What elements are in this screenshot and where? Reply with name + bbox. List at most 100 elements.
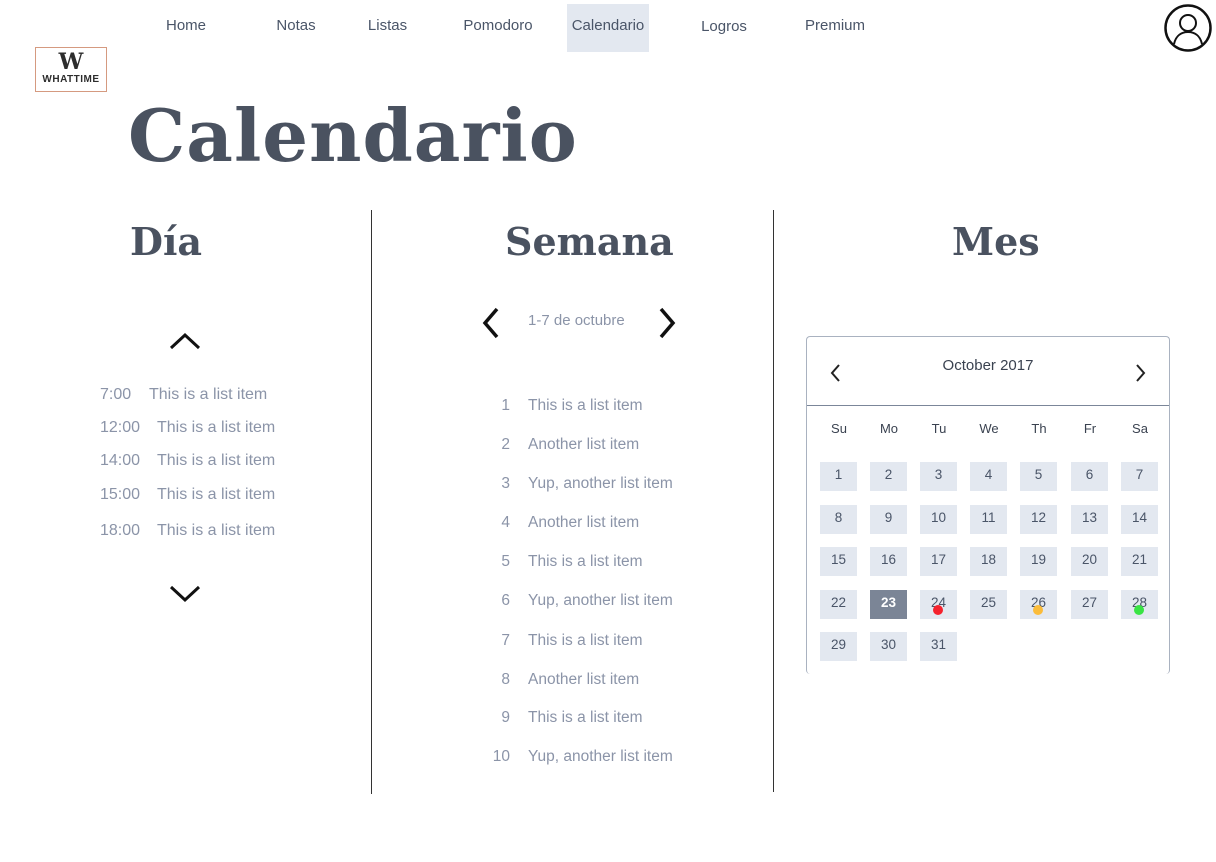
calendar-day[interactable]: 10 bbox=[920, 505, 957, 534]
calendar-day[interactable]: 22 bbox=[820, 590, 857, 619]
list-item[interactable]: 4 Another list item bbox=[480, 511, 740, 535]
day-item-time: 12:00 bbox=[100, 419, 141, 436]
week-item-text: Another list item bbox=[528, 436, 640, 453]
day-item-text: This is a list item bbox=[157, 486, 276, 503]
weekday-label: Tu bbox=[931, 421, 947, 436]
event-dot bbox=[1033, 605, 1043, 615]
calendar-day[interactable]: 17 bbox=[920, 547, 957, 576]
month-title: Mes bbox=[952, 219, 1040, 264]
list-item[interactable]: 12:00 This is a list item bbox=[100, 416, 275, 440]
calendar-day-today[interactable]: 23 bbox=[870, 590, 907, 619]
weekday-label: Mo bbox=[879, 421, 899, 436]
day-item-time: 18:00 bbox=[100, 522, 141, 539]
nav-calendario[interactable]: Calendario bbox=[567, 4, 649, 52]
nav-pomodoro[interactable]: Pomodoro bbox=[455, 4, 541, 52]
week-item-number: 2 bbox=[501, 436, 510, 453]
nav-premium[interactable]: Premium bbox=[797, 4, 873, 52]
calendar-day[interactable]: 2 bbox=[870, 462, 907, 491]
week-item-number: 4 bbox=[501, 514, 510, 531]
calendar-day[interactable]: 12 bbox=[1020, 505, 1057, 534]
week-item-number: 10 bbox=[492, 748, 510, 765]
calendar-day[interactable]: 11 bbox=[970, 505, 1007, 534]
calendar-day[interactable]: 29 bbox=[820, 632, 857, 661]
day-item-time: 15:00 bbox=[100, 486, 141, 503]
list-item[interactable]: 10 Yup, another list item bbox=[480, 745, 740, 769]
calendar-day[interactable]: 20 bbox=[1071, 547, 1108, 576]
calendar-day[interactable]: 21 bbox=[1121, 547, 1158, 576]
calendar-day[interactable]: 4 bbox=[970, 462, 1007, 491]
logo[interactable]: W WHATTIME bbox=[35, 47, 107, 92]
calendar-day[interactable]: 24 bbox=[920, 590, 957, 619]
day-item-text: This is a list item bbox=[149, 386, 268, 403]
month-calendar: October 2017 Su Mo Tu We Th Fr Sa 1 2 3 4 5 6 7 8 9 10 1… bbox=[806, 336, 1170, 674]
list-item[interactable]: 2 Another list item bbox=[480, 433, 740, 457]
list-item[interactable]: 15:00 This is a list item bbox=[100, 483, 275, 507]
calendar-day[interactable]: 9 bbox=[870, 505, 907, 534]
week-item-text: Yup, another list item bbox=[528, 592, 673, 609]
weekday-label: Su bbox=[831, 421, 847, 436]
calendar-day[interactable]: 16 bbox=[870, 547, 907, 576]
nav-logros[interactable]: Logros bbox=[694, 5, 754, 53]
list-item[interactable]: 9 This is a list item bbox=[480, 706, 740, 730]
calendar-month-label: October 2017 bbox=[942, 357, 1034, 374]
week-item-text: Another list item bbox=[528, 514, 640, 531]
list-item[interactable]: 5 This is a list item bbox=[480, 550, 740, 574]
calendar-day[interactable]: 3 bbox=[920, 462, 957, 491]
list-item[interactable]: 14:00 This is a list item bbox=[100, 449, 275, 473]
calendar-day[interactable]: 28 bbox=[1121, 590, 1158, 619]
week-item-text: Yup, another list item bbox=[528, 748, 673, 765]
day-title: Día bbox=[130, 219, 203, 264]
calendar-day[interactable]: 8 bbox=[820, 505, 857, 534]
chevron-down-icon[interactable] bbox=[168, 583, 202, 605]
chevron-right-icon[interactable] bbox=[656, 306, 678, 340]
calendar-day[interactable]: 1 bbox=[820, 462, 857, 491]
week-item-number: 5 bbox=[501, 553, 510, 570]
calendar-day[interactable]: 7 bbox=[1121, 462, 1158, 491]
calendar-day[interactable]: 6 bbox=[1071, 462, 1108, 491]
calendar-day[interactable]: 18 bbox=[970, 547, 1007, 576]
week-list: 1 This is a list item 2 Another list ite… bbox=[480, 394, 740, 774]
event-dot bbox=[933, 605, 943, 615]
chevron-up-icon[interactable] bbox=[168, 330, 202, 352]
calendar-day[interactable]: 25 bbox=[970, 590, 1007, 619]
day-item-time: 14:00 bbox=[100, 452, 141, 469]
calendar-day[interactable]: 30 bbox=[870, 632, 907, 661]
list-item[interactable]: 6 Yup, another list item bbox=[480, 589, 740, 613]
calendar-day[interactable]: 26 bbox=[1020, 590, 1057, 619]
calendar-day[interactable]: 27 bbox=[1071, 590, 1108, 619]
list-item[interactable]: 3 Yup, another list item bbox=[480, 472, 740, 496]
nav-notas[interactable]: Notas bbox=[267, 4, 325, 52]
week-item-number: 8 bbox=[501, 671, 510, 688]
chevron-left-icon[interactable] bbox=[480, 306, 502, 340]
week-item-number: 3 bbox=[501, 475, 510, 492]
day-item-text: This is a list item bbox=[157, 452, 276, 469]
calendar-day[interactable]: 15 bbox=[820, 547, 857, 576]
list-item[interactable]: 8 Another list item bbox=[480, 668, 740, 692]
column-divider bbox=[371, 210, 372, 794]
calendar-day[interactable]: 19 bbox=[1020, 547, 1057, 576]
list-item[interactable]: 18:00 This is a list item bbox=[100, 519, 275, 543]
calendar-day[interactable]: 13 bbox=[1071, 505, 1108, 534]
user-icon[interactable] bbox=[1164, 4, 1212, 52]
calendar-day[interactable]: 5 bbox=[1020, 462, 1057, 491]
calendar-header: October 2017 bbox=[807, 337, 1169, 406]
nav-listas[interactable]: Listas bbox=[360, 4, 415, 52]
nav-home[interactable]: Home bbox=[155, 4, 217, 52]
week-title: Semana bbox=[505, 219, 674, 264]
calendar-day[interactable]: 14 bbox=[1121, 505, 1158, 534]
week-range-label: 1-7 de octubre bbox=[528, 312, 625, 329]
week-item-text: Yup, another list item bbox=[528, 475, 673, 492]
list-item[interactable]: 7 This is a list item bbox=[480, 629, 740, 653]
week-item-text: This is a list item bbox=[528, 709, 643, 726]
logo-letter: W bbox=[58, 49, 84, 75]
week-item-text: This is a list item bbox=[528, 632, 643, 649]
list-item[interactable]: 7:00 This is a list item bbox=[100, 383, 267, 407]
page-title: Calendario bbox=[128, 93, 578, 178]
week-item-number: 7 bbox=[501, 632, 510, 649]
weekday-label: Fr bbox=[1083, 421, 1097, 436]
chevron-right-icon[interactable] bbox=[1133, 363, 1147, 383]
weekday-label: Sa bbox=[1132, 421, 1148, 436]
day-item-text: This is a list item bbox=[157, 522, 276, 539]
calendar-day[interactable]: 31 bbox=[920, 632, 957, 661]
list-item[interactable]: 1 This is a list item bbox=[480, 394, 740, 418]
